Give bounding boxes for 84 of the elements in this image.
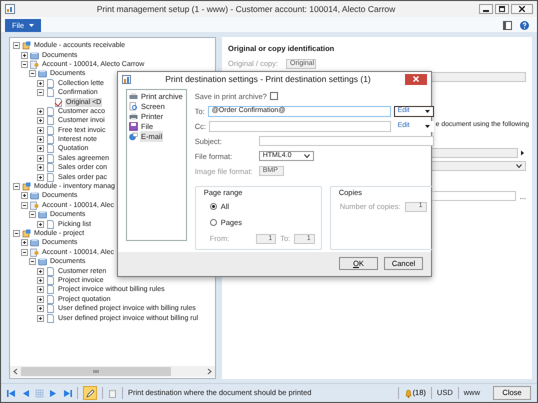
expand-icon[interactable]	[37, 126, 44, 134]
expand-icon[interactable]	[37, 305, 44, 312]
next-record-icon	[49, 388, 58, 398]
pencil-icon	[86, 388, 94, 398]
documents-icon	[30, 238, 39, 248]
collapse-icon[interactable]	[13, 183, 20, 190]
previous-record-icon	[21, 388, 30, 398]
module-icon	[22, 229, 31, 238]
document-check-icon	[54, 98, 63, 107]
account-icon	[30, 60, 39, 69]
expand-icon[interactable]	[37, 154, 44, 162]
app-icon	[5, 4, 15, 14]
module-icon	[22, 182, 31, 192]
expand-icon[interactable]	[37, 174, 44, 181]
expand-icon[interactable]	[21, 192, 28, 200]
documents-icon	[30, 191, 39, 200]
window-title: Print management setup (1 - www) - Customer account: 100014, Alecto Carrow	[96, 2, 396, 16]
last-record-icon	[63, 388, 72, 398]
maximize-button[interactable]	[495, 4, 509, 14]
expand-icon[interactable]	[37, 286, 44, 294]
radio-button[interactable]	[210, 203, 217, 210]
subject-field[interactable]	[258, 136, 434, 146]
expand-icon[interactable]	[37, 296, 44, 303]
dialog-title: Print destination settings - Print destination settings (1)	[164, 72, 372, 86]
expand-icon[interactable]	[21, 52, 28, 59]
collapse-icon[interactable]	[21, 248, 28, 256]
collapse-icon[interactable]	[37, 89, 44, 96]
app-icon	[122, 74, 131, 84]
bell-icon	[404, 388, 413, 398]
magnifier-icon	[129, 102, 138, 112]
expand-icon[interactable]	[21, 239, 28, 246]
document-icon	[46, 220, 55, 229]
expand-icon[interactable]	[37, 220, 44, 228]
next-record-button[interactable]	[49, 388, 58, 398]
horizontal-scrollbar[interactable]	[10, 366, 215, 377]
arrow-right-icon	[518, 150, 526, 156]
maximize-icon	[499, 6, 505, 12]
expand-icon[interactable]	[37, 314, 44, 322]
module-icon	[22, 41, 31, 50]
expand-icon[interactable]	[37, 80, 44, 87]
collapse-icon[interactable]	[29, 211, 36, 218]
first-record-icon	[7, 388, 16, 398]
layout-button[interactable]	[503, 21, 512, 30]
expand-icon[interactable]	[37, 164, 44, 172]
email-icon	[129, 132, 138, 142]
expand-icon[interactable]	[37, 136, 44, 144]
account-icon	[30, 248, 39, 257]
expand-icon[interactable]	[37, 108, 44, 115]
documents-icon	[30, 50, 39, 60]
caret-icon	[29, 24, 34, 27]
collapse-icon[interactable]	[13, 230, 20, 237]
caret-icon	[424, 124, 430, 128]
edit-mode-button[interactable]	[83, 386, 97, 400]
chevron-down-icon	[516, 164, 522, 168]
close-icon	[519, 6, 525, 12]
documents-icon	[38, 210, 47, 220]
help-button[interactable]	[520, 21, 529, 30]
radio-button[interactable]	[210, 219, 217, 226]
collapse-icon[interactable]	[13, 42, 20, 50]
expand-icon[interactable]	[37, 117, 44, 124]
documents-icon	[38, 257, 47, 266]
last-record-button[interactable]	[63, 388, 72, 398]
collapse-icon[interactable]	[29, 258, 36, 266]
first-record-button[interactable]	[7, 388, 16, 398]
account-icon	[30, 200, 39, 210]
expand-icon[interactable]	[37, 276, 44, 284]
archive-icon	[129, 92, 138, 102]
previous-record-button[interactable]	[21, 388, 30, 398]
close-button[interactable]	[511, 4, 533, 14]
expand-icon[interactable]	[37, 145, 44, 152]
expand-icon[interactable]	[37, 268, 44, 275]
printer-icon	[129, 112, 138, 122]
minimize-button[interactable]	[479, 4, 493, 14]
clipboard-icon	[108, 388, 117, 398]
close-icon	[413, 76, 419, 82]
cc-field[interactable]	[208, 120, 391, 132]
chevron-down-icon	[304, 154, 310, 158]
documents-icon	[38, 69, 47, 78]
collapse-icon[interactable]	[29, 70, 36, 78]
grid-icon	[35, 388, 44, 398]
caret-icon	[424, 110, 430, 113]
collapse-icon[interactable]	[21, 202, 28, 209]
collapse-icon[interactable]	[21, 60, 28, 68]
checkbox[interactable]	[270, 92, 278, 100]
